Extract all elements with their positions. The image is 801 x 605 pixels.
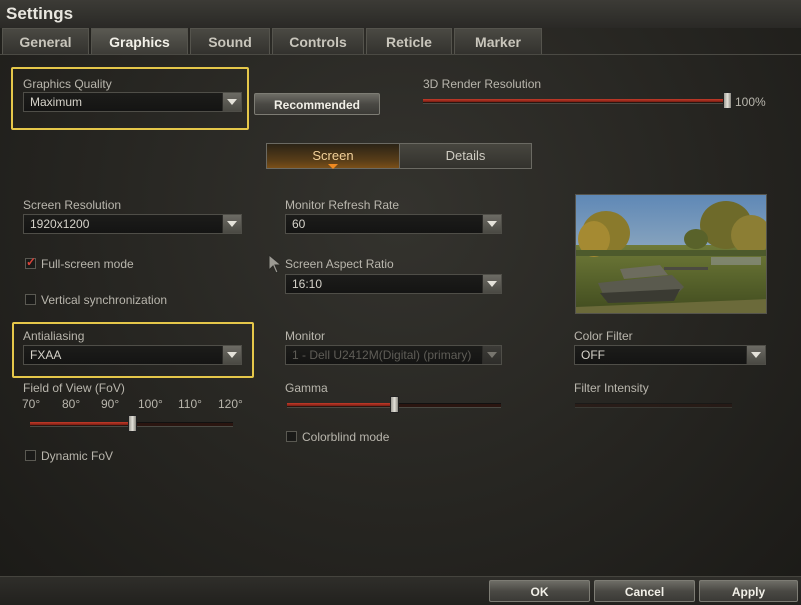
monitor-label: Monitor: [285, 329, 326, 343]
monitor-dropdown: 1 - Dell U2412M(Digital) (primary): [285, 345, 502, 365]
tab-bar: General Graphics Sound Controls Reticle …: [0, 28, 801, 55]
window-title: Settings: [6, 4, 74, 23]
graphics-quality-label: Graphics Quality: [23, 77, 112, 91]
render-resolution-label: 3D Render Resolution: [423, 77, 542, 91]
ok-button[interactable]: OK: [489, 580, 590, 602]
color-filter-value: OFF: [581, 348, 605, 362]
fullscreen-checkbox[interactable]: [25, 255, 36, 269]
dynamic-fov-label: Dynamic FoV: [41, 449, 114, 463]
filter-intensity-label: Filter Intensity: [574, 381, 649, 395]
tab-controls[interactable]: Controls: [272, 28, 364, 54]
dynamic-fov-checkbox[interactable]: [25, 450, 36, 461]
tab-sound[interactable]: Sound: [190, 28, 270, 54]
color-filter-dropdown[interactable]: OFF: [574, 345, 766, 365]
refresh-rate-value: 60: [292, 217, 306, 231]
slider-fill: [30, 422, 132, 425]
gamma-label: Gamma: [285, 381, 328, 395]
vsync-label: Vertical synchronization: [41, 293, 168, 307]
fov-tick: 100°: [138, 397, 163, 411]
slider-thumb[interactable]: [723, 92, 732, 109]
slider-fill: [287, 403, 394, 406]
chevron-down-icon: [222, 93, 241, 111]
antialiasing-label: Antialiasing: [23, 329, 85, 343]
settings-window: Settings General Graphics Sound Controls…: [0, 0, 801, 605]
slider-thumb[interactable]: [390, 396, 399, 413]
tab-general[interactable]: General: [2, 28, 89, 54]
chevron-down-icon: [482, 275, 501, 293]
subtab-screen-label: Screen: [312, 148, 354, 163]
slider-fill: [423, 99, 730, 102]
tab-graphics[interactable]: Graphics: [91, 28, 188, 55]
subtab-toggle: Screen Details: [266, 143, 532, 169]
fullscreen-label: Full-screen mode: [41, 257, 134, 271]
aspect-ratio-value: 16:10: [292, 277, 323, 291]
tab-divider: [0, 54, 801, 55]
title-bar: Settings: [0, 0, 801, 28]
graphics-preview-image: [575, 194, 767, 314]
slider-track: [575, 403, 732, 408]
graphics-quality-dropdown[interactable]: Maximum: [23, 92, 242, 112]
screen-resolution-value: 1920x1200: [30, 217, 90, 231]
antialiasing-dropdown[interactable]: FXAA: [23, 345, 242, 365]
chevron-down-icon: [222, 346, 241, 364]
aspect-ratio-label: Screen Aspect Ratio: [285, 257, 394, 271]
vsync-checkbox[interactable]: [25, 294, 36, 305]
chevron-down-icon: [746, 346, 765, 364]
filter-intensity-slider: [575, 398, 732, 410]
caret-down-icon: [328, 164, 338, 169]
fov-tick: 120°: [218, 397, 243, 411]
fov-tick: 70°: [22, 397, 41, 411]
aspect-ratio-dropdown[interactable]: 16:10: [285, 274, 502, 294]
gamma-slider[interactable]: [287, 396, 501, 413]
chevron-down-icon: [482, 346, 501, 364]
colorblind-checkbox[interactable]: [286, 431, 297, 442]
recommended-button[interactable]: Recommended: [254, 93, 380, 115]
colorblind-label: Colorblind mode: [302, 430, 390, 444]
render-resolution-slider[interactable]: [423, 92, 732, 109]
slider-thumb[interactable]: [128, 415, 137, 432]
chevron-down-icon: [482, 215, 501, 233]
graphics-quality-value: Maximum: [30, 95, 83, 109]
fov-label: Field of View (FoV): [23, 381, 125, 395]
tab-reticle[interactable]: Reticle: [366, 28, 452, 54]
fov-slider[interactable]: [30, 415, 233, 432]
refresh-rate-label: Monitor Refresh Rate: [285, 198, 400, 212]
screen-resolution-dropdown[interactable]: 1920x1200: [23, 214, 242, 234]
refresh-rate-dropdown[interactable]: 60: [285, 214, 502, 234]
subtab-screen[interactable]: Screen: [267, 144, 400, 169]
cancel-button[interactable]: Cancel: [594, 580, 695, 602]
render-resolution-value: 100%: [735, 95, 766, 109]
fov-tick: 90°: [101, 397, 120, 411]
fov-tick: 80°: [62, 397, 81, 411]
mouse-cursor-icon: [268, 254, 283, 274]
color-filter-label: Color Filter: [574, 329, 633, 343]
subtab-details[interactable]: Details: [400, 144, 531, 168]
fov-tick: 110°: [178, 397, 202, 411]
apply-button[interactable]: Apply: [699, 580, 798, 602]
antialiasing-value: FXAA: [30, 348, 62, 362]
screen-resolution-label: Screen Resolution: [23, 198, 122, 212]
monitor-value: 1 - Dell U2412M(Digital) (primary): [292, 348, 472, 362]
chevron-down-icon: [222, 215, 241, 233]
tab-marker[interactable]: Marker: [454, 28, 542, 54]
tank-landscape-image: [576, 195, 766, 313]
